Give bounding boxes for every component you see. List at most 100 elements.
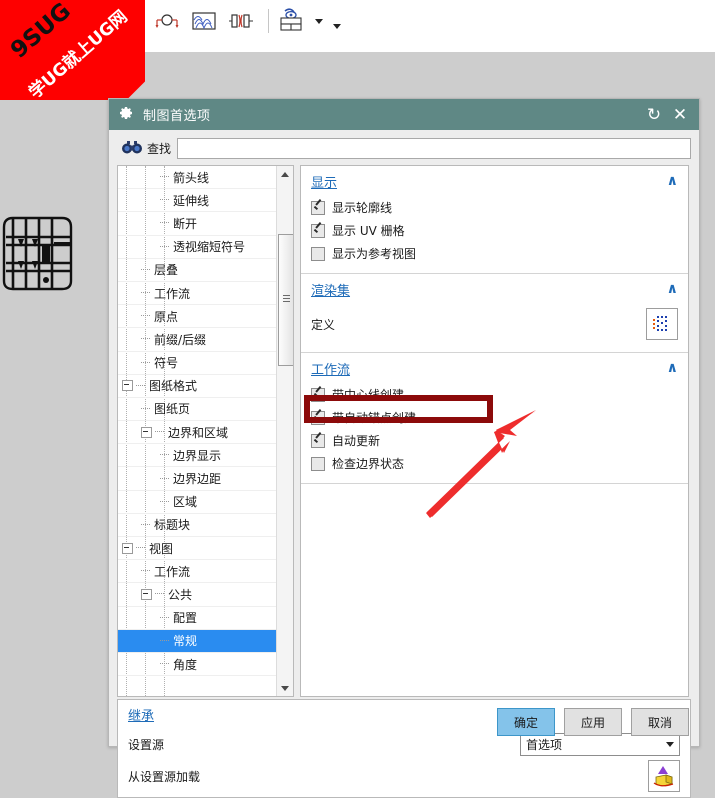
toolbar-dropdown-caret-1[interactable] [315,18,323,24]
checkbox-row-auto-update[interactable]: 自动更新 [311,429,678,452]
checkbox-check-boundary-status[interactable] [311,456,325,471]
checkbox-auto-update[interactable] [311,433,325,448]
tree-item-18[interactable]: 公共 [118,583,277,607]
group-workflow-title: 工作流 [311,362,351,378]
group-workflow-header[interactable]: 工作流 ∧ [311,353,678,383]
tree-item-20[interactable]: 常规 [118,629,277,653]
chevron-up-icon[interactable]: ∧ [667,281,678,297]
tree-item-19[interactable]: 配置 [118,607,277,630]
tree-item-4[interactable]: 层叠 [118,259,277,282]
tree-connector [160,245,169,248]
checkbox-create-with-centerlines[interactable] [311,387,325,402]
tree-connector [141,523,150,526]
tree-collapse-icon[interactable] [141,588,152,600]
checkbox-row-create-with-centerlines[interactable]: 带中心线创建 [311,383,678,406]
settings-panel: 显示 ∧ 显示轮廓线 显示 UV 栅格 显示为参考视图 渲染集 ∧ 定义 工作流… [300,165,689,697]
tree-item-2[interactable]: 断开 [118,212,277,236]
cancel-button[interactable]: 取消 [631,708,689,736]
checkbox-row-show-uv-grid[interactable]: 显示 UV 栅格 [311,219,678,242]
group-render-set-header[interactable]: 渲染集 ∧ [311,274,678,304]
checkbox-label-create-with-auto-anchor: 带自动锚点创建 [332,411,417,425]
tree-item-6[interactable]: 原点 [118,305,277,329]
view-table-icon[interactable] [275,5,307,37]
dialog-titlebar: 制图首选项 ↻ ✕ [109,99,699,130]
tree-item-label: 区域 [173,495,198,510]
tree-item-8[interactable]: 符号 [118,352,277,375]
checkbox-row-show-outline[interactable]: 显示轮廓线 [311,196,678,219]
tree-item-5[interactable]: 工作流 [118,282,277,306]
preferences-tree[interactable]: 箭头线 延伸线 断开 透视缩短符号 层叠 工作流 原点 前缀/后缀 符号 图纸格式 图纸页 边界和区域… [117,165,294,697]
tree-item-13[interactable]: 边界边距 [118,467,277,491]
tree-connector [160,616,169,619]
group-workflow: 工作流 ∧ 带中心线创建 带自动锚点创建 自动更新 检查边界状态 [301,353,688,484]
chevron-up-icon[interactable]: ∧ [667,360,678,376]
checkbox-create-with-auto-anchor[interactable] [311,410,325,425]
tree-item-1[interactable]: 延伸线 [118,189,277,213]
chevron-down-icon[interactable] [666,741,674,747]
tree-item-label: 边界和区域 [168,425,229,440]
tree-item-label: 原点 [154,309,179,324]
tree-collapse-icon[interactable] [141,426,152,438]
tree-scrollbar[interactable] [276,166,293,696]
scroll-up-icon[interactable] [277,166,293,182]
reset-icon[interactable]: ↻ [641,102,667,128]
scrollbar-thumb[interactable] [278,234,293,366]
tree-item-0[interactable]: 箭头线 [118,166,277,190]
render-set-icon[interactable] [646,308,678,340]
checkbox-show-as-reference[interactable] [311,246,325,261]
tree-collapse-icon[interactable] [122,542,133,554]
tree-item-7[interactable]: 前缀/后缀 [118,328,277,352]
apply-button[interactable]: 应用 [564,708,622,736]
tree-connector [141,268,150,271]
tree-connector [160,222,169,224]
tree-connector [160,663,169,665]
tree-item-3[interactable]: 透视缩短符号 [118,236,277,259]
break-view-icon[interactable] [188,5,220,37]
top-white-strip [0,0,715,52]
checkbox-label-show-as-reference: 显示为参考视图 [332,247,417,261]
group-display: 显示 ∧ 显示轮廓线 显示 UV 栅格 显示为参考视图 [301,166,688,274]
close-icon[interactable]: ✕ [667,102,693,128]
checkbox-show-uv-grid[interactable] [311,223,325,238]
tree-collapse-icon[interactable] [122,380,133,392]
checkbox-row-show-as-reference[interactable]: 显示为参考视图 [311,242,678,265]
checkbox-label-create-with-centerlines: 带中心线创建 [332,388,405,402]
toolbar-dropdown-caret-2[interactable] [333,23,341,29]
checkbox-row-check-boundary-status[interactable]: 检查边界状态 [311,452,678,475]
tree-connector [141,361,150,364]
tree-item-16[interactable]: 视图 [118,537,277,561]
tree-item-label: 视图 [149,541,174,556]
tree-item-10[interactable]: 图纸页 [118,398,277,422]
tree-item-12[interactable]: 边界显示 [118,444,277,468]
tree-item-11[interactable]: 边界和区域 [118,421,277,445]
settings-source-label: 设置源 [128,737,165,752]
load-from-source-row: 从设置源加载 [118,760,690,792]
section-view-icon[interactable] [114,5,146,37]
checkbox-label-auto-update: 自动更新 [332,434,381,448]
search-input[interactable] [177,138,691,159]
group-display-title: 显示 [311,175,338,191]
tree-item-9[interactable]: 图纸格式 [118,375,277,398]
tree-item-17[interactable]: 工作流 [118,560,277,584]
load-from-source-icon[interactable] [648,760,680,792]
tree-connector [160,500,169,503]
tree-item-15[interactable]: 标题块 [118,514,277,537]
detail-view-icon[interactable] [151,5,183,37]
checkbox-show-outline[interactable] [311,200,325,215]
tree-connector [160,454,169,456]
drafting-preferences-dialog: 制图首选项 ↻ ✕ 查找 箭头线 延伸线 断开 透视缩短符号 层叠 工作流 原点 前缀/后缀 [108,98,700,798]
checkbox-row-create-with-auto-anchor[interactable]: 带自动锚点创建 [311,406,678,429]
revolved-section-icon[interactable] [225,5,257,37]
tree-item-21[interactable]: 角度 [118,653,277,677]
scrollbar-grip [283,295,290,302]
scroll-down-icon[interactable] [277,680,293,696]
tree-item-label: 图纸格式 [149,379,198,394]
tree-item-list: 箭头线 延伸线 断开 透视缩短符号 层叠 工作流 原点 前缀/后缀 符号 图纸格式 图纸页 边界和区域… [118,166,277,677]
tree-item-14[interactable]: 区域 [118,491,277,514]
checkbox-label-show-outline: 显示轮廓线 [332,201,393,215]
ok-button[interactable]: 确定 [497,708,555,736]
search-label: 查找 [147,142,172,156]
tree-item-label: 工作流 [154,564,191,579]
group-display-header[interactable]: 显示 ∧ [311,166,678,196]
chevron-up-icon[interactable]: ∧ [667,173,678,189]
